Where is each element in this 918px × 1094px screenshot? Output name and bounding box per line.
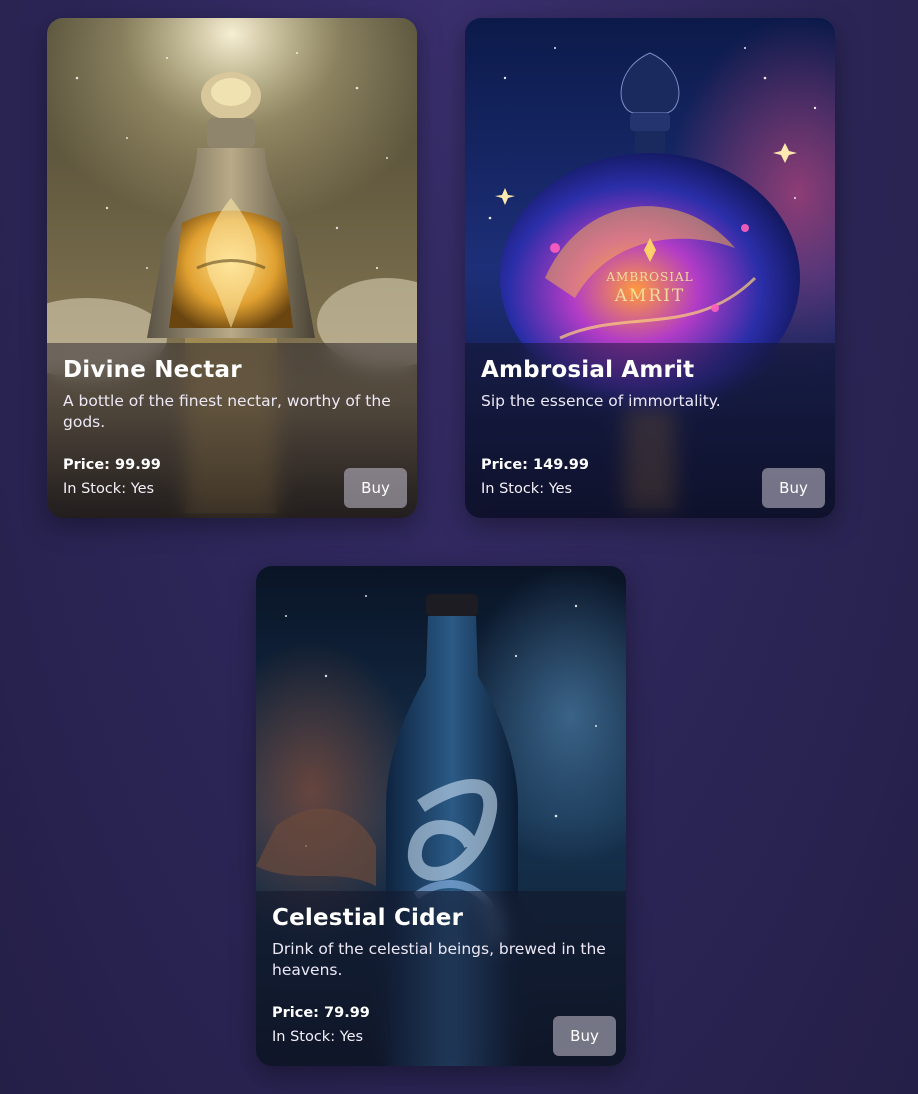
product-price: Price: 79.99	[272, 1005, 370, 1021]
product-card-celestial-cider: Celestial Cider Drink of the celestial b…	[256, 566, 626, 1066]
product-title: Divine Nectar	[63, 357, 242, 383]
product-card-divine-nectar: Divine Nectar A bottle of the finest nec…	[47, 18, 417, 518]
bottle-label-line-2: AMRIT	[614, 286, 686, 306]
product-title: Celestial Cider	[272, 905, 464, 931]
buy-button[interactable]: Buy	[344, 468, 407, 508]
bottle-label-line-1: AMBROSIAL	[605, 270, 693, 284]
product-price: Price: 149.99	[481, 457, 589, 473]
product-price: Price: 99.99	[63, 457, 161, 473]
product-info-panel: Ambrosial Amrit Sip the essence of immor…	[465, 343, 835, 518]
buy-button[interactable]: Buy	[553, 1016, 616, 1056]
product-title: Ambrosial Amrit	[481, 357, 695, 383]
product-info-panel: Celestial Cider Drink of the celestial b…	[256, 891, 626, 1066]
product-description: Sip the essence of immortality.	[481, 392, 721, 410]
product-card-ambrosial-amrit: AMBROSIAL AMRIT Ambrosial Amrit Sip the …	[465, 18, 835, 518]
product-description: A bottle of the finest nectar, worthy of…	[63, 392, 391, 431]
product-stock-status: In Stock: Yes	[272, 1029, 364, 1045]
product-stock-status: In Stock: Yes	[63, 481, 155, 497]
buy-button[interactable]: Buy	[762, 468, 825, 508]
product-info-panel: Divine Nectar A bottle of the finest nec…	[47, 343, 417, 518]
product-description: Drink of the celestial beings, brewed in…	[272, 940, 606, 979]
product-stock-status: In Stock: Yes	[481, 481, 573, 497]
